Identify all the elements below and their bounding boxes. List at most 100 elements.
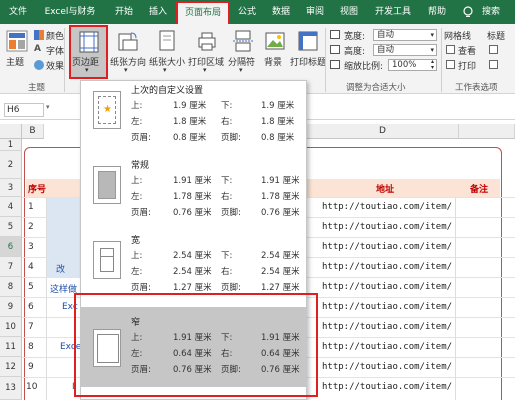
- tab-review[interactable]: 审阅: [300, 0, 330, 24]
- tab-insert[interactable]: 插入: [142, 0, 174, 24]
- row-header[interactable]: 7: [0, 257, 22, 277]
- option-label: 下:: [221, 251, 233, 261]
- headings-view-checkbox[interactable]: [489, 45, 498, 54]
- orientation-button[interactable]: 纸张方向: [110, 55, 146, 68]
- url-cell[interactable]: http://toutiao.com/item/: [322, 362, 452, 372]
- paper-size-icon[interactable]: [156, 30, 178, 52]
- ribbon-separator: [325, 28, 326, 92]
- row-header[interactable]: 2: [0, 151, 22, 179]
- row-header[interactable]: 1: [0, 139, 22, 151]
- option-value: 1.8 厘米: [173, 117, 207, 127]
- seq-cell[interactable]: 6: [28, 302, 34, 312]
- select-all-corner[interactable]: [0, 124, 22, 139]
- paper-size-button[interactable]: 纸张大小: [149, 55, 185, 68]
- seq-cell[interactable]: 2: [28, 222, 34, 232]
- row-header[interactable]: 3: [0, 179, 22, 197]
- seq-cell[interactable]: 1: [28, 202, 34, 212]
- gridline: [455, 197, 456, 400]
- themes-icon[interactable]: [6, 30, 28, 52]
- colors-icon: [34, 30, 44, 40]
- seq-cell[interactable]: 10: [26, 382, 37, 392]
- url-cell[interactable]: http://toutiao.com/item/: [322, 302, 452, 312]
- row-header[interactable]: 10: [0, 317, 22, 337]
- star-icon: ★: [103, 104, 112, 115]
- margin-option-normal[interactable]: 常规 上: 1.91 厘米 下: 1.91 厘米 左: 1.78 厘米 右: 1…: [81, 156, 306, 227]
- url-cell[interactable]: http://toutiao.com/item/: [322, 242, 452, 252]
- print-titles-icon[interactable]: [297, 30, 319, 52]
- gridlines-print-checkbox[interactable]: [446, 60, 455, 69]
- seq-cell[interactable]: 7: [28, 322, 34, 332]
- option-label: 页眉:: [131, 133, 151, 143]
- tab-formulas[interactable]: 公式: [232, 0, 262, 24]
- option-value: 0.76 厘米: [173, 208, 212, 218]
- breaks-icon[interactable]: [232, 30, 254, 52]
- option-value: 1.27 厘米: [173, 283, 212, 293]
- row-header[interactable]: 8: [0, 277, 22, 297]
- colors-button[interactable]: 颜色: [46, 29, 64, 42]
- url-cell[interactable]: http://toutiao.com/item/: [322, 322, 452, 332]
- effects-button[interactable]: 效果: [46, 59, 64, 72]
- seq-cell[interactable]: 4: [28, 262, 34, 272]
- seq-cell[interactable]: 9: [28, 362, 34, 372]
- seq-cell[interactable]: 3: [28, 242, 34, 252]
- seq-cell[interactable]: 8: [28, 342, 34, 352]
- row-header[interactable]: 5: [0, 217, 22, 237]
- margin-option-last-custom[interactable]: ★ 上次的自定义设置 上: 1.9 厘米 下: 1.9 厘米 左: 1.8 厘米…: [81, 81, 306, 152]
- option-label: 上:: [131, 101, 143, 111]
- url-cell[interactable]: http://toutiao.com/item/: [322, 282, 452, 292]
- gridlines-view-label: 查看: [458, 47, 477, 57]
- name-box[interactable]: H6: [4, 103, 44, 117]
- gridlines-view-checkbox[interactable]: [446, 45, 455, 54]
- row-header[interactable]: 9: [0, 297, 22, 317]
- scale-spinner[interactable]: 100% ▴ ▾: [388, 59, 437, 71]
- tab-search[interactable]: 搜索: [476, 0, 506, 24]
- column-header-b[interactable]: B: [22, 124, 44, 139]
- url-cell[interactable]: http://toutiao.com/item/: [322, 382, 452, 392]
- orientation-icon[interactable]: [117, 30, 139, 52]
- row-header[interactable]: 13: [0, 377, 22, 400]
- option-label: 右:: [221, 267, 233, 277]
- chevron-down-icon[interactable]: ▾: [46, 103, 50, 111]
- themes-button[interactable]: 主题: [6, 55, 24, 68]
- url-cell[interactable]: http://toutiao.com/item/: [322, 202, 452, 212]
- tab-help[interactable]: 帮助: [422, 0, 452, 24]
- row-header[interactable]: 11: [0, 337, 22, 357]
- tab-data[interactable]: 数据: [266, 0, 296, 24]
- title-cell[interactable]: 改: [56, 262, 65, 275]
- tab-page-layout[interactable]: 页面布局: [176, 1, 230, 24]
- margin-option-wide[interactable]: 宽 上: 2.54 厘米 下: 2.54 厘米 左: 2.54 厘米 右: 2.…: [81, 231, 306, 302]
- option-value: 1.9 厘米: [173, 101, 207, 111]
- group-label-sheet-options: 工作表选项: [455, 83, 498, 93]
- background-button[interactable]: 背景: [264, 55, 282, 68]
- print-titles-button[interactable]: 打印标题: [290, 55, 326, 68]
- tab-home[interactable]: 开始: [108, 0, 140, 24]
- title-cell[interactable]: 这样做: [50, 282, 77, 295]
- url-cell[interactable]: http://toutiao.com/item/: [322, 262, 452, 272]
- spinner-arrows-icon[interactable]: ▴ ▾: [431, 59, 434, 71]
- tab-view[interactable]: 视图: [334, 0, 364, 24]
- option-value: 0.8 厘米: [173, 133, 207, 143]
- group-label-scale: 调整为合适大小: [346, 83, 406, 93]
- tab-developer[interactable]: 开发工具: [368, 0, 418, 24]
- margins-button[interactable]: 页边距 ▾: [69, 25, 108, 79]
- height-dropdown[interactable]: 自动 ▾: [373, 44, 437, 56]
- tab-file[interactable]: 文件: [4, 0, 32, 24]
- column-header-e[interactable]: [459, 124, 515, 139]
- tab-excel-finance[interactable]: Excel与财务: [36, 0, 104, 24]
- width-dropdown[interactable]: 自动 ▾: [373, 29, 437, 41]
- seq-cell[interactable]: 5: [28, 282, 34, 292]
- fonts-button[interactable]: 字体: [46, 44, 64, 57]
- row-header[interactable]: 4: [0, 197, 22, 217]
- page-margins-icon: [93, 166, 121, 204]
- option-value: 1.78 厘米: [173, 192, 212, 202]
- background-icon[interactable]: [264, 30, 286, 52]
- width-value: 自动: [377, 30, 395, 40]
- option-value: 1.27 厘米: [261, 283, 300, 293]
- print-area-icon[interactable]: [196, 30, 218, 52]
- row-header[interactable]: 6: [0, 237, 22, 257]
- headings-print-checkbox[interactable]: [489, 60, 498, 69]
- row-header[interactable]: 12: [0, 357, 22, 377]
- column-header-d[interactable]: D: [307, 124, 459, 139]
- url-cell[interactable]: http://toutiao.com/item/: [322, 342, 452, 352]
- url-cell[interactable]: http://toutiao.com/item/: [322, 222, 452, 232]
